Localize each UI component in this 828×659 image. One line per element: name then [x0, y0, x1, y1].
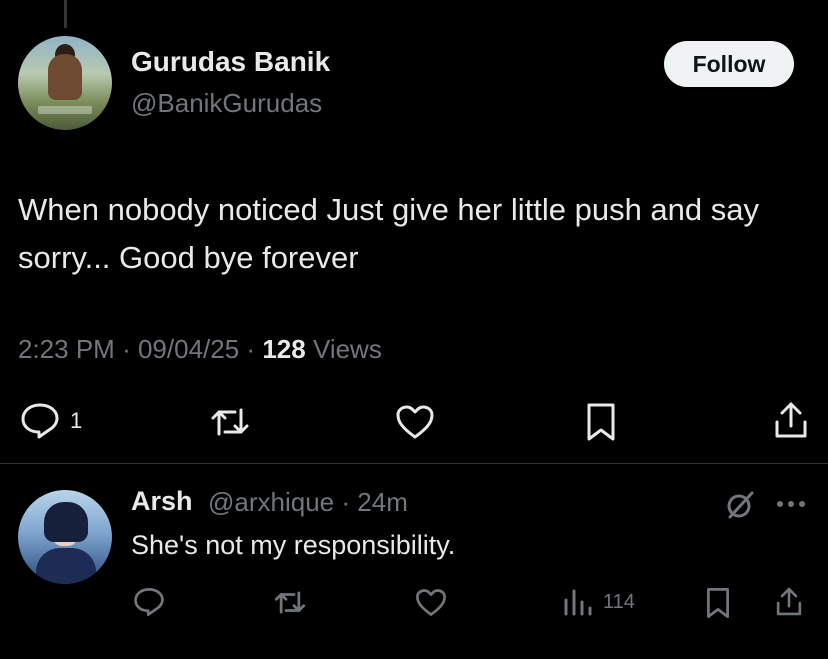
- avatar-watermark-shape: [38, 106, 92, 114]
- reply-retweet-action[interactable]: [273, 588, 307, 617]
- reply-views-action[interactable]: 114: [563, 588, 635, 616]
- avatar-shirt-shape: [36, 548, 96, 584]
- reply-reply-action[interactable]: [133, 587, 165, 617]
- reply-text: She's not my responsibility.: [131, 530, 456, 560]
- tweet-date[interactable]: 09/04/25: [138, 334, 239, 364]
- bookmark-action[interactable]: [585, 402, 617, 442]
- reply-views-count: 114: [603, 590, 635, 613]
- author-avatar[interactable]: [18, 36, 112, 130]
- reply-bookmark-action[interactable]: [705, 587, 731, 619]
- more-icon: [776, 500, 806, 508]
- meta-separator: ·: [246, 334, 256, 364]
- analytics-icon: [563, 588, 593, 616]
- share-action[interactable]: [773, 400, 809, 440]
- reply-like-action[interactable]: [415, 588, 447, 617]
- retweet-icon: [209, 404, 251, 440]
- follow-button[interactable]: Follow: [664, 41, 794, 87]
- tweet-time[interactable]: 2:23 PM: [18, 334, 115, 364]
- reply-avatar[interactable]: [18, 490, 112, 584]
- reply-meta: @arxhique · 24m: [208, 487, 408, 518]
- bookmark-icon: [705, 587, 731, 619]
- avatar-hair-shape: [44, 502, 88, 542]
- reply-action[interactable]: 1: [20, 402, 82, 440]
- retweet-action[interactable]: [209, 404, 251, 440]
- grok-icon: [724, 489, 756, 521]
- retweet-icon: [273, 588, 307, 617]
- reply-share-action[interactable]: [775, 586, 803, 617]
- heart-icon: [415, 588, 447, 617]
- author-handle[interactable]: @BanikGurudas: [131, 88, 322, 119]
- reply-icon: [20, 402, 60, 440]
- tweet-meta: 2:23 PM · 09/04/25 · 128 Views: [18, 334, 382, 365]
- avatar-figure-shape: [48, 54, 82, 100]
- meta-separator: ·: [341, 487, 351, 517]
- thread-connector-line: [64, 0, 67, 28]
- reply-icon: [133, 587, 165, 617]
- reply-handle[interactable]: @arxhique: [208, 487, 334, 517]
- tweet-text: When nobody noticed Just give her little…: [18, 192, 760, 275]
- grok-action[interactable]: [724, 489, 756, 521]
- bookmark-icon: [585, 402, 617, 442]
- views-label: Views: [312, 334, 382, 364]
- like-action[interactable]: [395, 404, 435, 440]
- reply-count: 1: [70, 408, 83, 433]
- heart-icon: [395, 404, 435, 440]
- views-count: 128: [262, 334, 306, 364]
- reply-author-name[interactable]: Arsh: [131, 486, 193, 517]
- meta-separator: ·: [122, 334, 131, 364]
- reply-age[interactable]: 24m: [357, 487, 408, 517]
- author-display-name[interactable]: Gurudas Banik: [131, 46, 330, 78]
- more-action[interactable]: [776, 500, 806, 508]
- reply-divider: [0, 463, 828, 464]
- share-icon: [773, 400, 809, 440]
- share-icon: [775, 586, 803, 617]
